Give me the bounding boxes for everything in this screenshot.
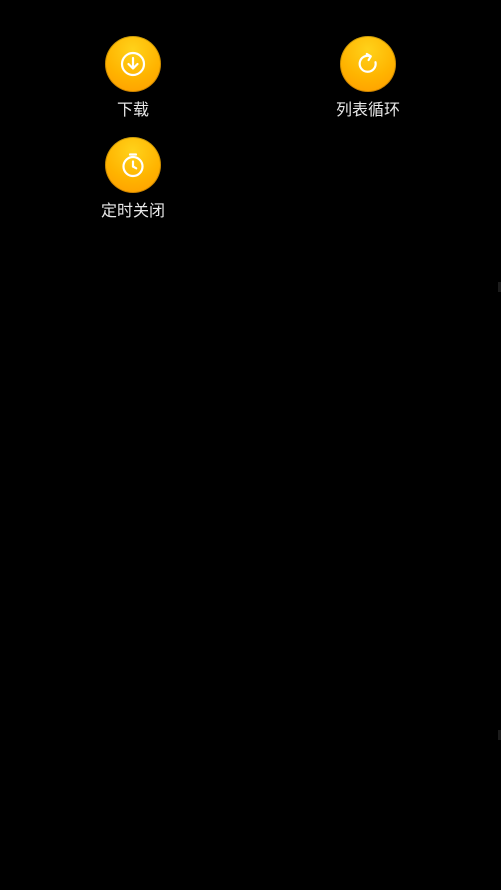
list-loop-button[interactable]: 列表循环 <box>308 36 428 120</box>
list-loop-label: 列表循环 <box>335 100 400 119</box>
timer-off-label: 定时关闭 <box>100 201 165 220</box>
download-label: 下载 <box>116 100 149 119</box>
timer-icon <box>105 137 161 193</box>
loop-icon <box>340 36 396 92</box>
download-icon <box>105 36 161 92</box>
download-button[interactable]: 下载 <box>73 36 193 120</box>
player-more-panel: 下载 列表循环 定时关闭 <box>0 0 501 890</box>
timer-off-button[interactable]: 定时关闭 <box>73 137 193 221</box>
